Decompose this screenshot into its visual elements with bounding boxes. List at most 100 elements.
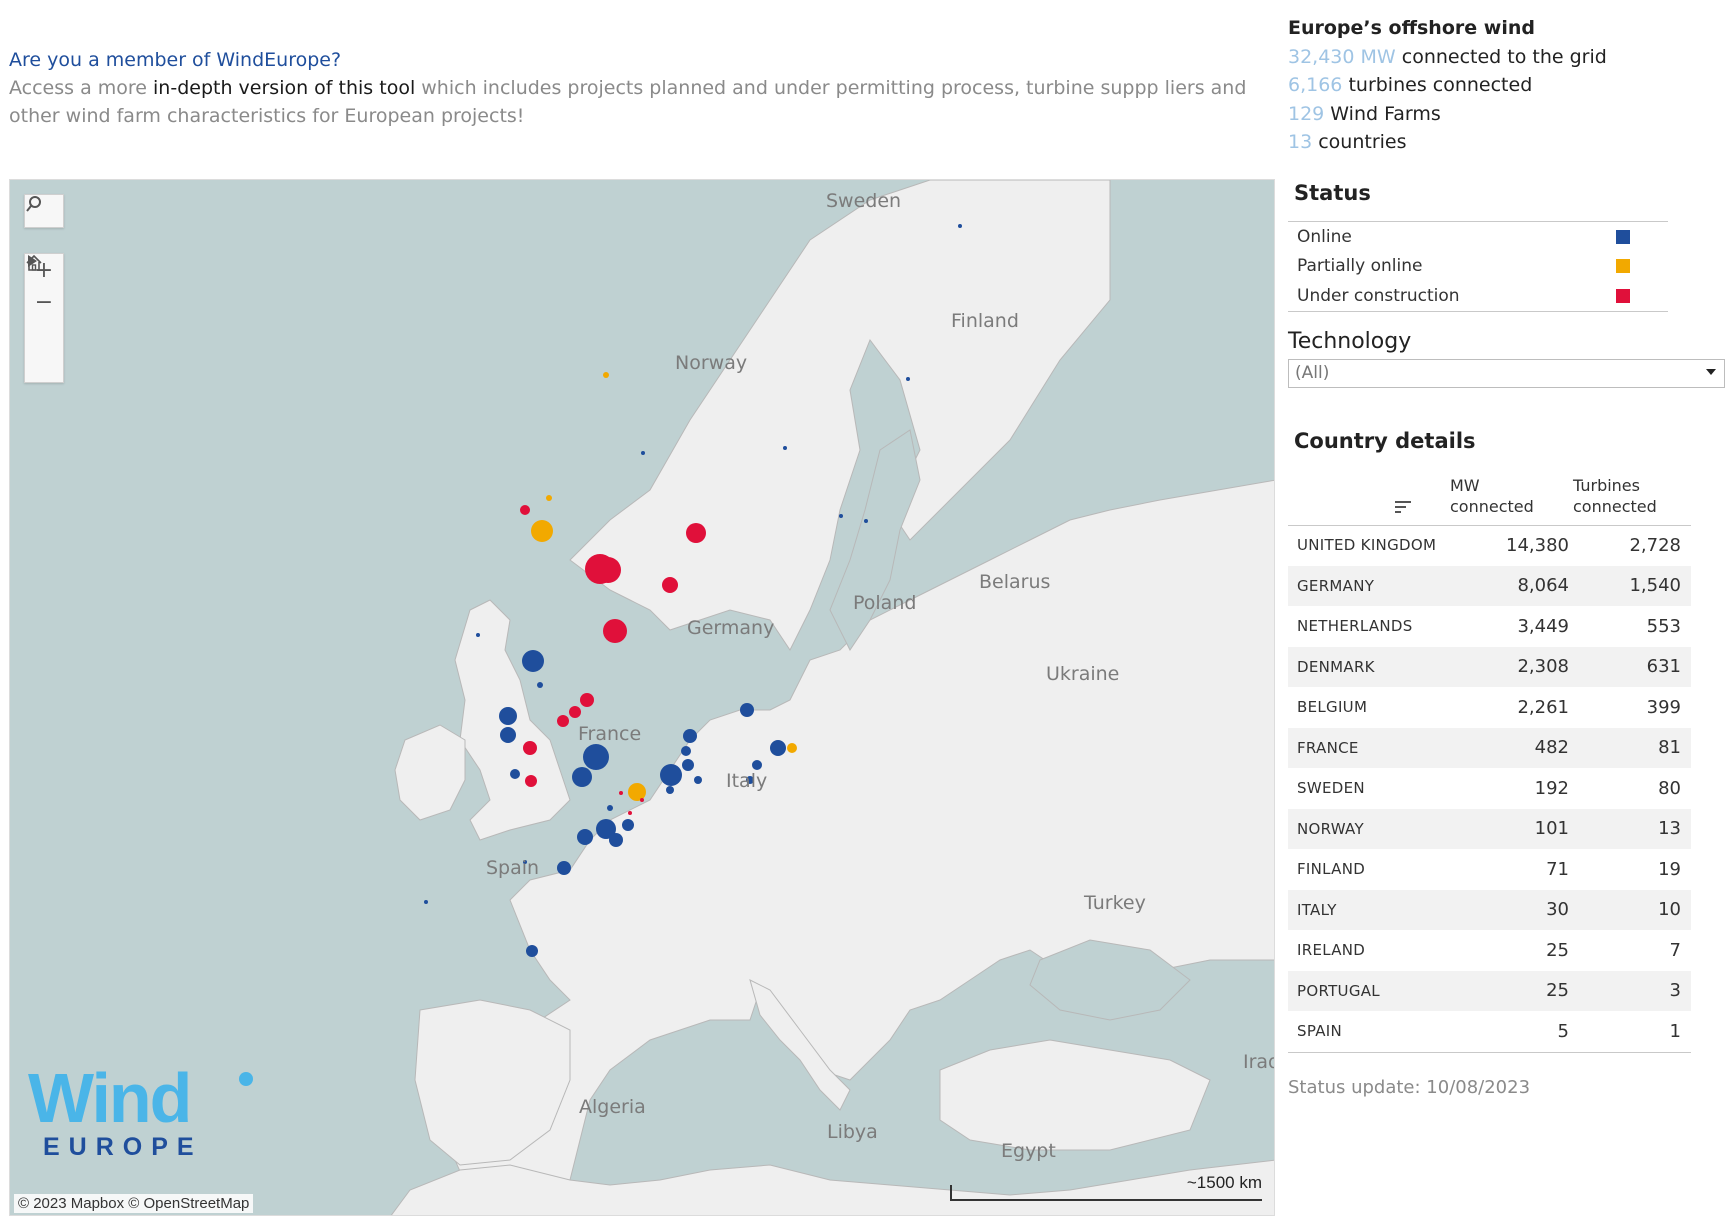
map-search-control[interactable] bbox=[24, 194, 64, 228]
map-label-germany: Germany bbox=[687, 617, 775, 639]
table-row[interactable]: NORWAY 101 13 bbox=[1288, 808, 1691, 849]
legend-item-online[interactable]: Online bbox=[1288, 222, 1668, 252]
table-row[interactable]: DENMARK 2,308 631 bbox=[1288, 646, 1691, 687]
map-label-egypt: Egypt bbox=[1001, 1140, 1056, 1162]
turbines-value: 1 bbox=[1669, 1020, 1681, 1042]
country-name: FRANCE bbox=[1297, 738, 1359, 757]
mw-value: 192 bbox=[1534, 777, 1569, 799]
technology-select[interactable]: (All) bbox=[1288, 359, 1725, 388]
map-label-turkey: Turkey bbox=[1084, 892, 1146, 914]
stat-mw-value: 32,430 MW bbox=[1288, 45, 1396, 68]
map-zoom-controls[interactable]: + − bbox=[24, 253, 64, 383]
legend-title: Status bbox=[1294, 181, 1371, 205]
turbines-value: 19 bbox=[1658, 858, 1681, 880]
stat-turbines-value: 6,166 bbox=[1288, 74, 1343, 96]
mw-value: 25 bbox=[1546, 980, 1569, 1002]
map-scale-bar: ~1500 km bbox=[950, 1173, 1262, 1201]
mw-value: 14,380 bbox=[1506, 534, 1569, 556]
stat-mw-label: connected to the grid bbox=[1395, 45, 1607, 68]
logo-word: Wind bbox=[28, 1059, 192, 1137]
table-row[interactable]: FINLAND 71 19 bbox=[1288, 849, 1691, 890]
col-mw-header[interactable]: MW connected bbox=[1450, 475, 1534, 517]
country-name: BELGIUM bbox=[1297, 698, 1368, 717]
country-details-title: Country details bbox=[1294, 429, 1476, 453]
country-name: NORWAY bbox=[1297, 819, 1364, 838]
turbines-value: 3 bbox=[1669, 980, 1681, 1002]
scale-label: ~1500 km bbox=[1186, 1173, 1262, 1192]
legend-item-partially-online[interactable]: Partially online bbox=[1288, 252, 1668, 282]
logo-sub: EUROPE bbox=[43, 1133, 203, 1161]
zoom-out-icon[interactable]: − bbox=[25, 286, 63, 318]
mw-value: 25 bbox=[1546, 939, 1569, 961]
turbines-value: 10 bbox=[1658, 899, 1681, 921]
mw-value: 8,064 bbox=[1517, 575, 1569, 597]
table-row[interactable]: UNITED KINGDOM 14,380 2,728 bbox=[1288, 525, 1691, 566]
status-update: Status update: 10/08/2023 bbox=[1288, 1077, 1531, 1098]
europe-map[interactable]: Sweden Finland Norway Belarus Poland Ger… bbox=[9, 179, 1275, 1216]
map-label-libya: Libya bbox=[827, 1121, 878, 1143]
mw-value: 101 bbox=[1534, 818, 1569, 840]
turbines-value: 7 bbox=[1669, 939, 1681, 961]
windeurope-logo: Wind EUROPE bbox=[28, 1059, 253, 1162]
table-row[interactable]: FRANCE 482 81 bbox=[1288, 727, 1691, 768]
country-table: UNITED KINGDOM 14,380 2,728 GERMANY 8,064 1,… bbox=[1288, 525, 1691, 1053]
table-row[interactable]: IRELAND 25 7 bbox=[1288, 930, 1691, 971]
turbines-value: 13 bbox=[1658, 818, 1681, 840]
logo-dot bbox=[239, 1072, 253, 1086]
table-row[interactable]: BELGIUM 2,261 399 bbox=[1288, 687, 1691, 728]
technology-selected: (All) bbox=[1295, 363, 1330, 383]
stat-mw: 32,430 MW connected to the grid bbox=[1288, 43, 1607, 72]
turbines-value: 1,540 bbox=[1629, 575, 1681, 597]
country-name: ITALY bbox=[1297, 900, 1337, 919]
map-canvas[interactable] bbox=[10, 180, 1275, 1216]
stat-farms: 129 Wind Farms bbox=[1288, 100, 1607, 129]
table-row[interactable]: NETHERLANDS 3,449 553 bbox=[1288, 606, 1691, 647]
legend-swatch bbox=[1616, 229, 1630, 244]
table-row[interactable]: SWEDEN 192 80 bbox=[1288, 768, 1691, 809]
map-label-ukraine: Ukraine bbox=[1046, 663, 1120, 685]
table-row[interactable]: PORTUGAL 25 3 bbox=[1288, 970, 1691, 1011]
member-question[interactable]: Are you a member of WindEurope? bbox=[9, 46, 1259, 74]
search-icon[interactable] bbox=[25, 195, 63, 227]
stats-title: Europe’s offshore wind bbox=[1288, 17, 1535, 39]
in-depth-tool-link[interactable]: in-depth version of this tool bbox=[153, 77, 415, 99]
chevron-down-icon[interactable] bbox=[1706, 369, 1716, 375]
map-label-sweden: Sweden bbox=[826, 190, 902, 212]
map-label-algeria: Algeria bbox=[579, 1096, 646, 1118]
country-name: SPAIN bbox=[1297, 1022, 1343, 1041]
land-ireland bbox=[394, 724, 466, 821]
stat-farms-value: 129 bbox=[1288, 102, 1325, 125]
turbines-value: 399 bbox=[1646, 696, 1681, 718]
stat-turbines-label: turbines connected bbox=[1342, 74, 1533, 96]
home-icon[interactable] bbox=[25, 254, 63, 350]
map-attribution[interactable]: © 2023 Mapbox © OpenStreetMap bbox=[14, 1194, 254, 1213]
legend-item-under-construction[interactable]: Under construction bbox=[1288, 281, 1668, 311]
legend-label: Partially online bbox=[1297, 256, 1423, 277]
col-turbines-header[interactable]: Turbines connected bbox=[1573, 475, 1657, 517]
country-name: PORTUGAL bbox=[1297, 981, 1380, 1000]
turbines-value: 631 bbox=[1646, 656, 1681, 678]
turbines-value: 80 bbox=[1658, 777, 1681, 799]
stat-countries-label: countries bbox=[1312, 131, 1407, 153]
legend-swatch bbox=[1616, 288, 1630, 303]
table-row[interactable]: ITALY 30 10 bbox=[1288, 889, 1691, 930]
legend-swatch bbox=[1616, 259, 1630, 274]
turbines-value: 81 bbox=[1658, 737, 1681, 759]
country-name: DENMARK bbox=[1297, 657, 1375, 676]
sort-icon[interactable] bbox=[1395, 501, 1411, 516]
map-label-belarus: Belarus bbox=[979, 571, 1051, 593]
mw-value: 71 bbox=[1546, 858, 1569, 880]
country-name: FINLAND bbox=[1297, 860, 1366, 879]
legend-label: Under construction bbox=[1297, 285, 1460, 306]
country-name: NETHERLANDS bbox=[1297, 617, 1413, 636]
map-label-poland: Poland bbox=[853, 592, 917, 614]
promo-text-before: Access a more bbox=[9, 77, 154, 99]
stat-turbines: 6,166 turbines connected bbox=[1288, 71, 1607, 100]
table-row[interactable]: GERMANY 8,064 1,540 bbox=[1288, 565, 1691, 606]
play-icon[interactable] bbox=[25, 255, 63, 382]
land-turkey bbox=[939, 1039, 1211, 1151]
country-name: SWEDEN bbox=[1297, 779, 1365, 798]
table-row[interactable]: SPAIN 5 1 bbox=[1288, 1011, 1691, 1052]
stat-farms-label: Wind Farms bbox=[1324, 102, 1441, 125]
stat-countries: 13 countries bbox=[1288, 128, 1607, 157]
